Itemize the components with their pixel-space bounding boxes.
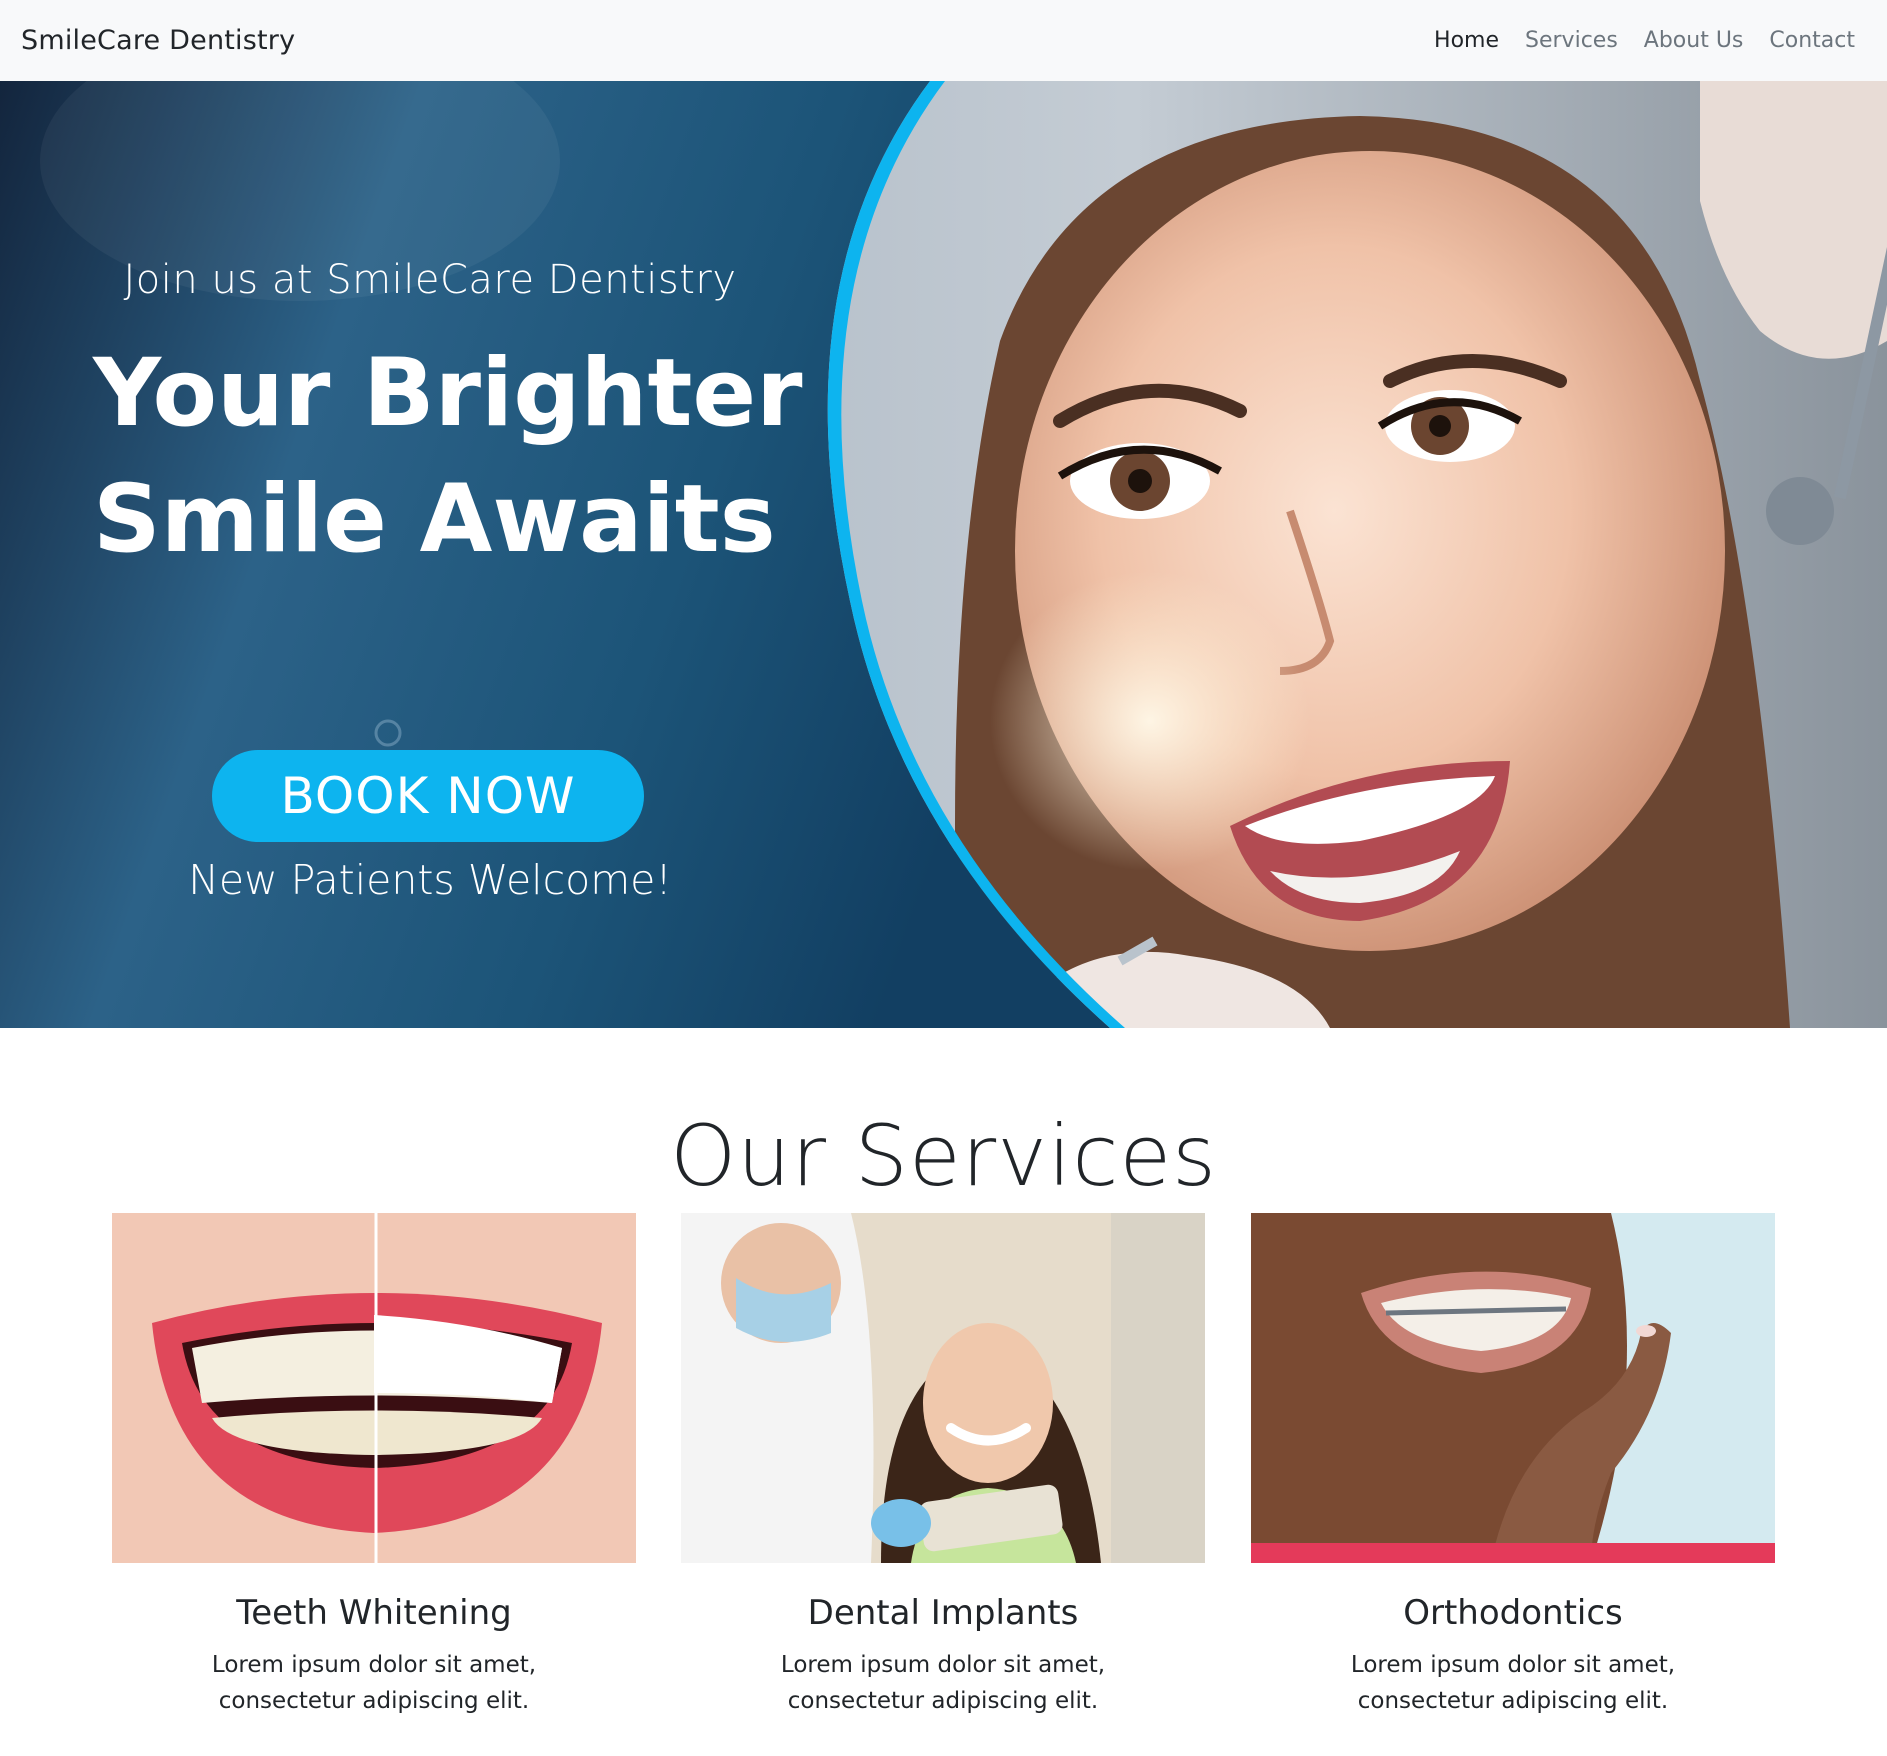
services-title: Our Services: [670, 1107, 1217, 1205]
card-title: Orthodontics: [1403, 1593, 1623, 1633]
nav-link-services[interactable]: Services: [1525, 28, 1618, 53]
card-text: Lorem ipsum dolor sit amet, consectetur …: [1350, 1652, 1676, 1714]
dental-implants-image: [681, 1213, 1205, 1563]
book-now-button[interactable]: BOOK NOW: [212, 750, 644, 842]
nav-link-home[interactable]: Home: [1434, 28, 1499, 53]
hero-subtitle: New Patients Welcome!: [188, 856, 672, 904]
hero-title-line-2: Smile Awaits: [93, 465, 776, 574]
navbar: SmileCare Dentistry Home Services About …: [0, 0, 1887, 81]
hero-eyebrow: Join us at SmileCare Dentistry: [123, 257, 737, 303]
service-card-dental-implants: Dental Implants Lorem ipsum dolor sit am…: [681, 1213, 1205, 1719]
card-title: Dental Implants: [807, 1593, 1079, 1633]
hero-banner: Join us at SmileCare Dentistry Your Brig…: [0, 81, 1887, 1028]
teeth-whitening-image: [112, 1213, 636, 1563]
nav-link-contact[interactable]: Contact: [1769, 28, 1855, 53]
nav-links: Home Services About Us Contact: [1434, 28, 1855, 53]
hero-title: Your Brighter Smile Awaits: [93, 331, 813, 583]
orthodontics-image: [1251, 1213, 1775, 1563]
hero-title-line-1: Your Brighter: [93, 339, 803, 448]
brand-link[interactable]: SmileCare Dentistry: [21, 25, 295, 56]
card-text: Lorem ipsum dolor sit amet, consectetur …: [780, 1652, 1106, 1714]
card-title: Teeth Whitening: [236, 1593, 512, 1633]
nav-link-about-us[interactable]: About Us: [1644, 28, 1744, 53]
card-text: Lorem ipsum dolor sit amet, consectetur …: [211, 1652, 537, 1714]
service-card-orthodontics: Orthodontics Lorem ipsum dolor sit amet,…: [1251, 1213, 1775, 1719]
service-card-teeth-whitening: Teeth Whitening Lorem ipsum dolor sit am…: [112, 1213, 636, 1719]
